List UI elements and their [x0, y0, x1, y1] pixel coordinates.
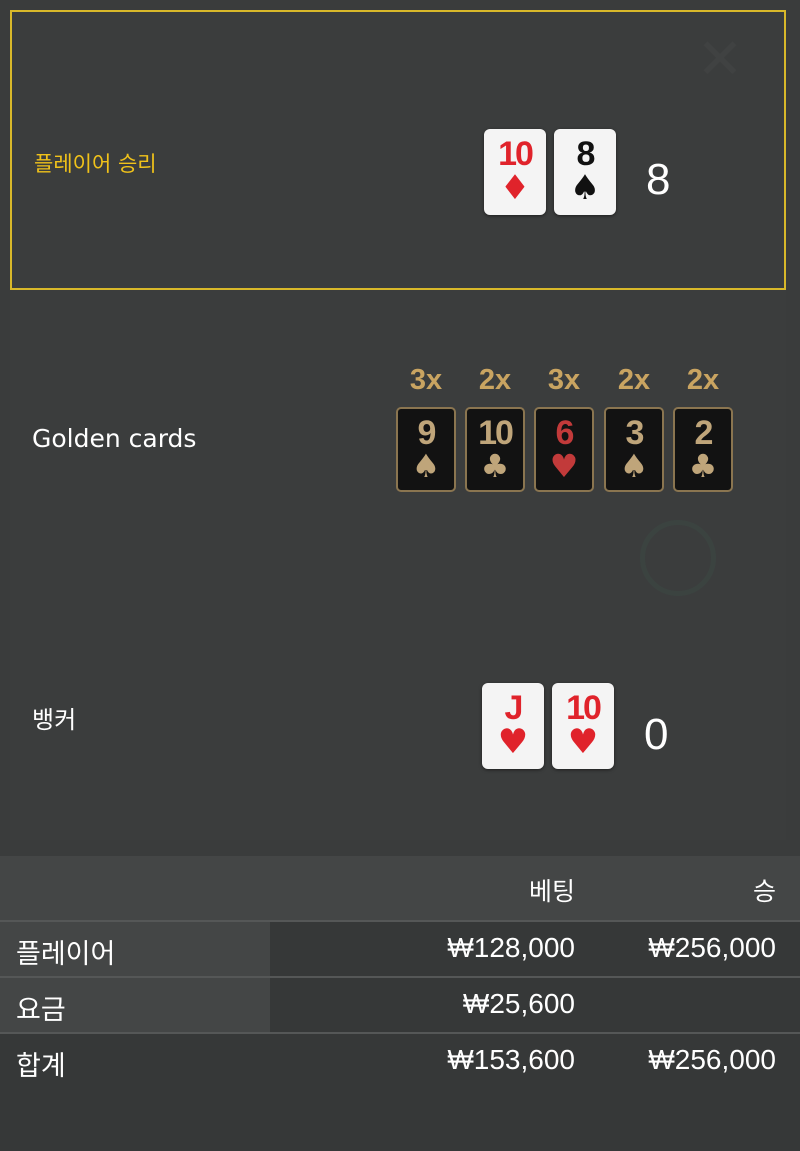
table-row: 요금 ₩25,600 [0, 976, 800, 1032]
golden-cards-label: Golden cards [32, 424, 197, 453]
golden-multiplier-2: 2x [478, 364, 512, 396]
golden-card-3: 6 ♥ [534, 407, 594, 492]
bet-amount: ₩153,600 [447, 1044, 575, 1075]
spade-suit-icon: ♠ [411, 447, 441, 485]
table-header: 베팅 승 [0, 856, 800, 920]
diamond-suit-icon: ♦ [499, 168, 531, 208]
golden-card-2: 10 ♣ [465, 407, 525, 492]
golden-multiplier-1: 3x [409, 364, 443, 396]
column-header-bet: 베팅 [528, 877, 575, 906]
table-row: 플레이어 ₩128,000 ₩256,000 [0, 920, 800, 976]
banker-card-1: J ♥ [482, 683, 544, 769]
banker-score: 0 [644, 710, 669, 759]
golden-card-4: 3 ♠ [604, 407, 664, 492]
player-card-2: 8 ♠ [554, 129, 616, 215]
heart-suit-icon: ♥ [497, 722, 529, 762]
player-win-label: 플레이어 승리 [34, 152, 157, 176]
spade-suit-icon: ♠ [569, 168, 601, 208]
golden-multiplier-5: 2x [686, 364, 720, 396]
row-label: 합계 [16, 1051, 66, 1082]
golden-multiplier-4: 2x [617, 364, 651, 396]
golden-multiplier-3: 3x [547, 364, 581, 396]
player-card-1: 10 ♦ [484, 129, 546, 215]
player-win-section: 플레이어 승리 10 ♦ 8 ♠ 8 [10, 10, 786, 290]
column-header-win: 승 [752, 877, 776, 906]
win-amount: ₩256,000 [648, 1044, 776, 1075]
bet-amount: ₩25,600 [462, 988, 575, 1019]
player-score: 8 [646, 155, 671, 204]
bet-amount: ₩128,000 [447, 932, 575, 963]
banker-label: 뱅커 [32, 706, 77, 734]
banker-card-2: 10 ♥ [552, 683, 614, 769]
spade-suit-icon: ♠ [619, 447, 649, 485]
heart-suit-icon: ♥ [567, 722, 599, 762]
golden-cards-section: Golden cards 3x 9 ♠ 2x 10 ♣ 3x 6 ♥ 2x 3 … [10, 290, 786, 590]
golden-card-5: 2 ♣ [673, 407, 733, 492]
heart-suit-icon: ♥ [549, 447, 579, 485]
row-label: 플레이어 [16, 939, 116, 970]
table-row-total: 합계 ₩153,600 ₩256,000 [0, 1032, 800, 1088]
row-label: 요금 [16, 995, 66, 1026]
club-suit-icon: ♣ [688, 447, 718, 485]
banker-section: 뱅커 J ♥ 10 ♥ 0 [10, 620, 786, 840]
win-amount: ₩256,000 [648, 932, 776, 963]
club-suit-icon: ♣ [480, 447, 510, 485]
golden-card-1: 9 ♠ [396, 407, 456, 492]
bet-summary-table: 베팅 승 플레이어 ₩128,000 ₩256,000 요금 ₩25,600 합… [0, 856, 800, 1151]
